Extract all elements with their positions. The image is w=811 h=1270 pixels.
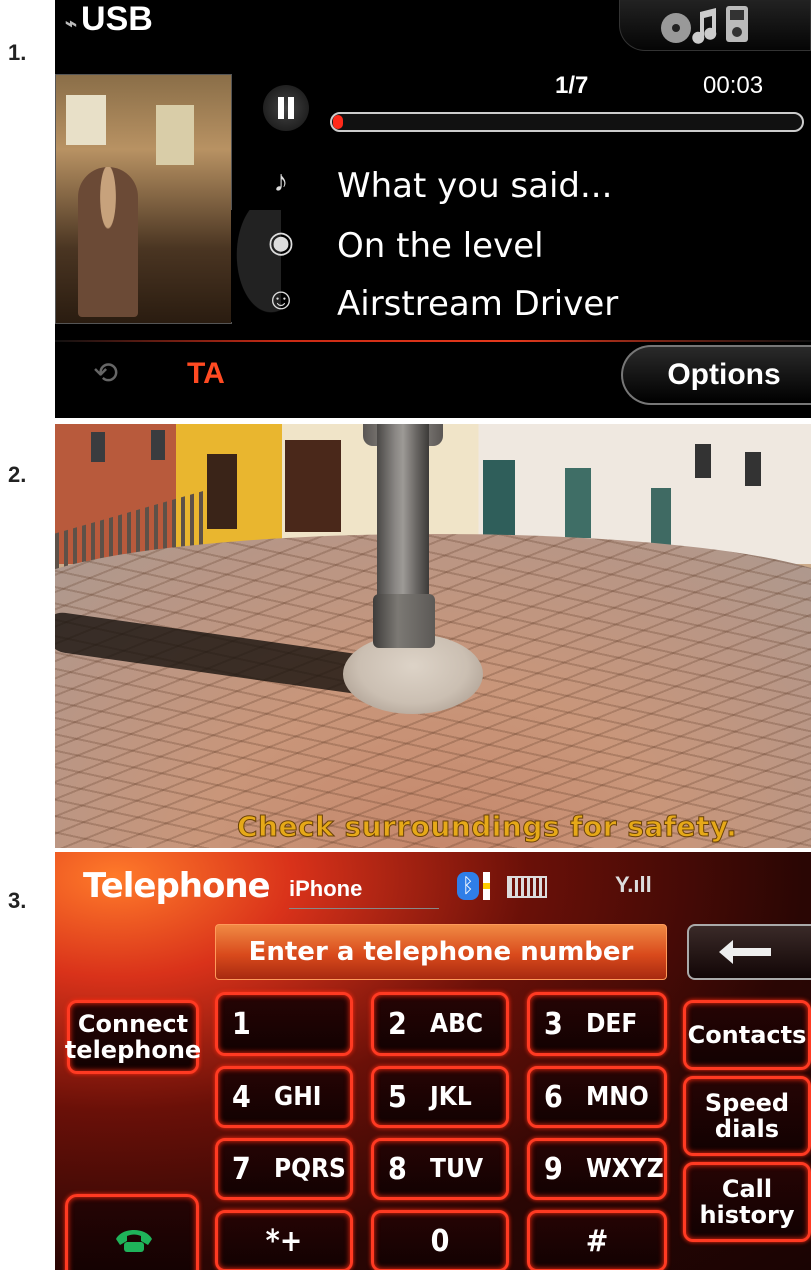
safety-warning: Check surroundings for safety. [236,810,738,844]
page-title: Telephone [83,866,271,906]
track-counter: 1/7 [555,72,589,99]
keypad-key-5[interactable]: 5 JKL [371,1066,509,1128]
call-history-button[interactable]: Call history [683,1162,811,1242]
speed-dials-button[interactable]: Speed dials [683,1076,811,1156]
call-button[interactable] [65,1194,199,1270]
progress-bar[interactable] [330,112,804,132]
screen-number-2: 2. [8,462,27,487]
ta-button[interactable]: TA [187,357,225,391]
keypad-key-4[interactable]: 4 GHI [215,1066,353,1128]
contacts-button[interactable]: Contacts [683,1000,811,1070]
keypad-key-8[interactable]: 8 TUV [371,1138,509,1200]
keypad-key-6[interactable]: 6 MNO [527,1066,667,1128]
keypad-key-9[interactable]: 9 WXYZ [527,1138,667,1200]
disc-note-player-icon [661,6,748,44]
phone-number-field[interactable]: Enter a telephone number [215,924,667,980]
signal-icon: Y.ıll [615,872,652,897]
bluetooth-level-icon [483,872,490,900]
album-disc-icon: ◉ [267,225,295,259]
album-title: On the level [337,226,544,266]
screen-number-1: 1. [8,40,27,65]
album-artwork [55,74,232,324]
pause-button[interactable] [263,85,309,131]
call-history-label: Call history [699,1175,795,1229]
media-source-button[interactable] [619,0,811,51]
contacts-label: Contacts [687,1021,807,1049]
keypad-key-1[interactable]: 1 [215,992,353,1056]
keypad-key-7[interactable]: 7 PQRS [215,1138,353,1200]
rear-camera-view: Check surroundings for safety. [55,424,811,848]
battery-icon [507,876,547,898]
source-title: ⌁ USB [65,0,153,39]
telephone-screen: Telephone iPhone ᛒ Y.ıll Enter a telepho… [55,852,811,1270]
divider [55,340,811,342]
connect-telephone-button[interactable]: Connect telephone [64,1000,202,1074]
phone-handset-icon [116,1230,152,1252]
elapsed-time: 00:03 [703,72,764,99]
screen-number-3: 3. [8,888,27,913]
keypad-key-2[interactable]: 2 ABC [371,992,509,1056]
source-title-text: USB [81,0,153,38]
backspace-button[interactable] [687,924,811,980]
repeat-icon[interactable]: ⟲ [93,356,118,391]
back-arrow-icon [719,940,771,964]
bluetooth-icon: ᛒ [457,872,479,900]
artist-icon: ☺ [265,283,297,316]
keypad-key-star-plus[interactable]: *+ [215,1210,353,1270]
options-button[interactable]: Options [621,345,811,405]
speed-dials-label: Speed dials [704,1089,790,1143]
usb-plug-icon: ⌁ [65,13,78,35]
artist-name: Airstream Driver [337,284,619,324]
usb-audio-screen: ⌁ USB 1/7 00:03 ♪ What you said... ◉ On t… [55,0,811,418]
song-title: What you said... [337,166,613,206]
keypad-key-hash[interactable]: # [527,1210,667,1270]
music-note-icon: ♪ [273,165,289,198]
connect-telephone-label: Connect telephone [64,1010,202,1064]
device-name: iPhone [289,876,439,909]
keypad-key-0[interactable]: 0 [371,1210,509,1270]
keypad-key-3[interactable]: 3 DEF [527,992,667,1056]
